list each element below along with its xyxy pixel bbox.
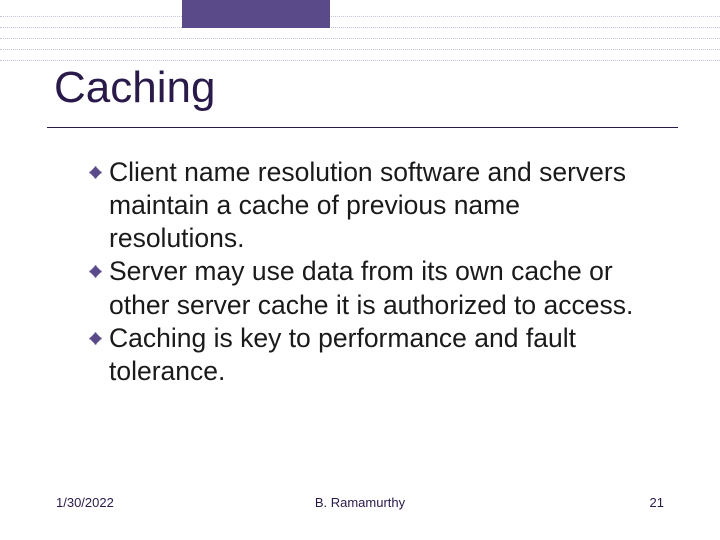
- accent-bar: [182, 0, 330, 28]
- list-item-text: Client name resolution software and serv…: [109, 156, 660, 255]
- footer-author: B. Ramamurthy: [56, 495, 664, 510]
- list-item-text: Server may use data from its own cache o…: [109, 255, 660, 321]
- diamond-bullet-icon: [88, 264, 103, 279]
- list-item-text: Caching is key to performance and fault …: [109, 322, 660, 388]
- slide-title: Caching: [54, 63, 215, 113]
- list-item: Caching is key to performance and fault …: [88, 322, 660, 388]
- footer-date: 1/30/2022: [56, 495, 114, 510]
- diamond-bullet-icon: [88, 331, 103, 346]
- list-item: Client name resolution software and serv…: [88, 156, 660, 255]
- slide-footer: 1/30/2022 B. Ramamurthy 21: [56, 495, 664, 510]
- title-underline: [47, 127, 678, 128]
- header-dotted-lines: [0, 0, 720, 68]
- footer-page-number: 21: [650, 495, 664, 510]
- body-content: Client name resolution software and serv…: [88, 156, 660, 388]
- diamond-bullet-icon: [88, 165, 103, 180]
- list-item: Server may use data from its own cache o…: [88, 255, 660, 321]
